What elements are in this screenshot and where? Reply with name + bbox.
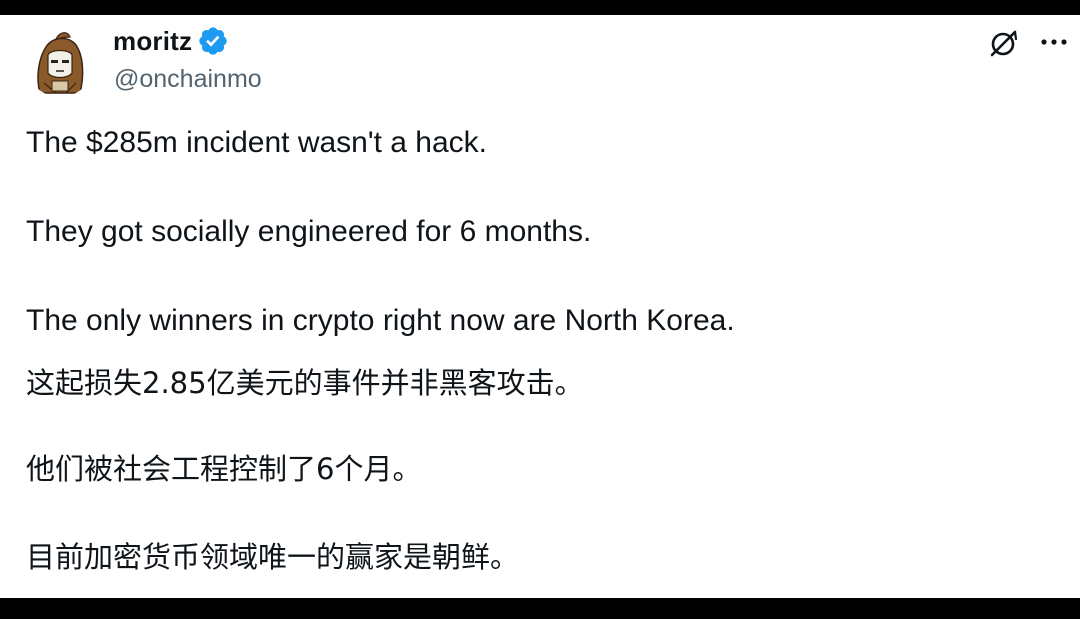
- tweet-translation-line: 这起损失2.85亿美元的事件并非黑客攻击。: [26, 366, 584, 400]
- verified-badge-icon[interactable]: [197, 25, 229, 57]
- grok-icon: [990, 30, 1018, 57]
- tweet-card: moritz @onchainmo The $285m incident was…: [0, 15, 1080, 598]
- tweet-text-line: They got socially engineered for 6 month…: [26, 215, 592, 248]
- author-handle[interactable]: @onchainmo: [114, 65, 262, 94]
- author-name-row: moritz: [113, 25, 229, 57]
- more-options-icon: [1041, 39, 1067, 45]
- more-options-button[interactable]: [1036, 27, 1072, 57]
- tweet-text-line: The only winners in crypto right now are…: [26, 304, 735, 337]
- tweet-translation-line: 目前加密货币领域唯一的赢家是朝鲜。: [26, 540, 520, 574]
- tweet-translation-line: 他们被社会工程控制了6个月。: [26, 452, 422, 486]
- tweet-text-line: The $285m incident wasn't a hack.: [26, 126, 487, 159]
- avatar-illustration: [26, 29, 94, 97]
- author-display-name[interactable]: moritz: [113, 26, 192, 57]
- grok-button[interactable]: [986, 25, 1022, 61]
- avatar[interactable]: [26, 29, 94, 97]
